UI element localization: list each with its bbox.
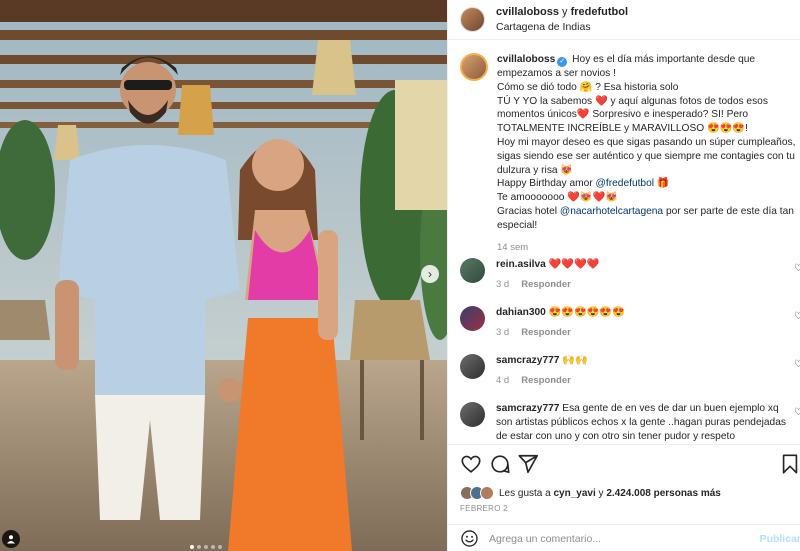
caption-line: TÚ Y YO la sabemos ❤️ y aquí algunas fot… — [497, 95, 768, 135]
caption-timestamp[interactable]: 14 sem — [497, 241, 797, 255]
couple-photo-illustration — [0, 0, 447, 551]
comment-item: rein.asilva ❤️❤️❤️❤️ 3 d Responder ♡ — [460, 258, 800, 292]
caption-line-birthday: Happy Birthday amor @fredefutbol 🎁 — [497, 177, 797, 191]
author-avatar[interactable] — [460, 7, 485, 32]
comment-username[interactable]: samcrazy777 — [496, 403, 559, 414]
mention-link[interactable]: @fredefutbol — [596, 178, 654, 189]
comment-icon[interactable] — [489, 453, 511, 475]
liker-avatar — [480, 486, 494, 500]
caption-line: Cómo se dió todo 🤗 ? Esa historia solo — [497, 81, 679, 93]
next-photo-button[interactable]: › — [421, 265, 439, 283]
comment-body: samcrazy777 Esa gente de en ves de dar u… — [496, 402, 786, 444]
post-modal: › cvillaloboss y fredefutbol Cartagena d… — [0, 0, 800, 551]
comment-username[interactable]: dahian300 — [496, 307, 546, 318]
comment-meta: 3 d Responder — [496, 326, 786, 340]
reply-button[interactable]: Responder — [521, 375, 571, 386]
reply-button[interactable]: Responder — [521, 279, 571, 290]
comment-meta: 3 d Responder — [496, 278, 786, 292]
commenter-avatar[interactable] — [460, 258, 485, 283]
comment-item: samcrazy777 Esa gente de en ves de dar u… — [460, 402, 800, 444]
caption-line-text: Happy Birthday amor — [497, 178, 593, 190]
comment-text: 🙌🙌 — [562, 355, 588, 366]
heart-icon[interactable] — [460, 453, 482, 475]
caption-body: cvillaloboss ✓ Hoy es el día más importan… — [497, 53, 797, 254]
comment-like-heart-icon[interactable]: ♡ — [794, 263, 800, 274]
comment-body: samcrazy777 🙌🙌 4 d Responder — [496, 354, 786, 388]
tagged-users-button[interactable] — [2, 530, 20, 548]
user-tag-icon — [7, 535, 15, 544]
comment-item: dahian300 😍😍😍😍😍😍 3 d Responder ♡ — [460, 306, 800, 340]
comment-meta: 4 d Responder — [496, 374, 786, 388]
caption-line: Te amooooooo ❤️😻❤️😻 — [497, 192, 618, 204]
comment-username[interactable]: rein.asilva — [496, 259, 546, 270]
commenter-avatar[interactable] — [460, 354, 485, 379]
comment-item: samcrazy777 🙌🙌 4 d Responder ♡ — [460, 354, 800, 388]
commenter-avatar[interactable] — [460, 402, 485, 427]
bookmark-icon[interactable] — [779, 453, 800, 475]
caption-line-text: Gracias hotel — [497, 205, 558, 217]
comment-composer: Publicar — [448, 524, 800, 551]
comment-time[interactable]: 3 d — [496, 279, 509, 290]
likes-count[interactable]: 2.424.008 personas más — [606, 488, 721, 499]
comment-username[interactable]: samcrazy777 — [496, 355, 559, 366]
author-username-2[interactable]: fredefutbol — [571, 6, 628, 18]
caption-line-hotel: Gracias hotel @nacarhotelcartagena por s… — [497, 205, 797, 233]
caption-username[interactable]: cvillaloboss — [497, 54, 555, 65]
carousel-dot — [197, 545, 201, 549]
paper-plane-icon[interactable] — [517, 453, 539, 475]
comment-like-heart-icon[interactable]: ♡ — [794, 407, 800, 418]
author-username-1[interactable]: cvillaloboss — [496, 6, 559, 18]
comment-input[interactable] — [489, 532, 759, 545]
post-photo[interactable]: › — [0, 0, 447, 551]
author-separator: y — [562, 5, 568, 18]
comment-text: 😍😍😍😍😍😍 — [548, 307, 625, 318]
carousel-dot — [218, 545, 222, 549]
comment-time[interactable]: 4 d — [496, 375, 509, 386]
post-date[interactable]: FEBRERO 2 — [460, 504, 508, 513]
likes-summary[interactable]: Les gusta a cyn_yavi y 2.424.008 persona… — [460, 486, 721, 500]
post-authors: cvillaloboss y fredefutbol Cartagena de … — [496, 5, 628, 35]
comments-feed[interactable]: cvillaloboss ✓ Hoy es el día más importan… — [448, 41, 800, 444]
comment-like-heart-icon[interactable]: ♡ — [794, 359, 800, 370]
commenter-avatar[interactable] — [460, 306, 485, 331]
post-comment-button[interactable]: Publicar — [760, 533, 800, 545]
gift-emoji: 🎁 — [656, 178, 670, 190]
action-icons-row — [460, 453, 800, 475]
post-details-panel: cvillaloboss y fredefutbol Cartagena de … — [447, 0, 800, 551]
carousel-dot — [190, 545, 194, 549]
caption: cvillaloboss ✓ Hoy es el día más importan… — [460, 53, 798, 254]
post-location[interactable]: Cartagena de Indias — [496, 20, 628, 35]
liker-username[interactable]: cyn_yavi — [554, 488, 596, 499]
carousel-dot — [204, 545, 208, 549]
post-actions: Les gusta a cyn_yavi y 2.424.008 persona… — [448, 444, 800, 551]
chevron-right-icon: › — [428, 267, 432, 281]
mention-link[interactable]: @nacarhotelcartagena — [560, 206, 663, 217]
liker-avatars — [460, 486, 494, 500]
smiley-icon[interactable] — [460, 529, 479, 548]
author-names: cvillaloboss y fredefutbol — [496, 5, 628, 20]
verified-badge-icon: ✓ — [557, 57, 568, 67]
carousel-indicator — [190, 545, 222, 549]
likes-connector: y — [598, 487, 604, 499]
comment-like-heart-icon[interactable]: ♡ — [794, 311, 800, 322]
comment-body: rein.asilva ❤️❤️❤️❤️ 3 d Responder — [496, 258, 786, 292]
comment-text: ❤️❤️❤️❤️ — [548, 259, 600, 270]
reply-button[interactable]: Responder — [521, 327, 571, 338]
caption-line: Hoy mi mayor deseo es que sigas pasando … — [497, 136, 796, 176]
post-header: cvillaloboss y fredefutbol Cartagena de … — [448, 0, 800, 40]
comment-time[interactable]: 3 d — [496, 327, 509, 338]
carousel-dot — [211, 545, 215, 549]
comment-body: dahian300 😍😍😍😍😍😍 3 d Responder — [496, 306, 786, 340]
likes-prefix: Les gusta a — [499, 487, 551, 499]
caption-avatar[interactable] — [460, 53, 488, 81]
